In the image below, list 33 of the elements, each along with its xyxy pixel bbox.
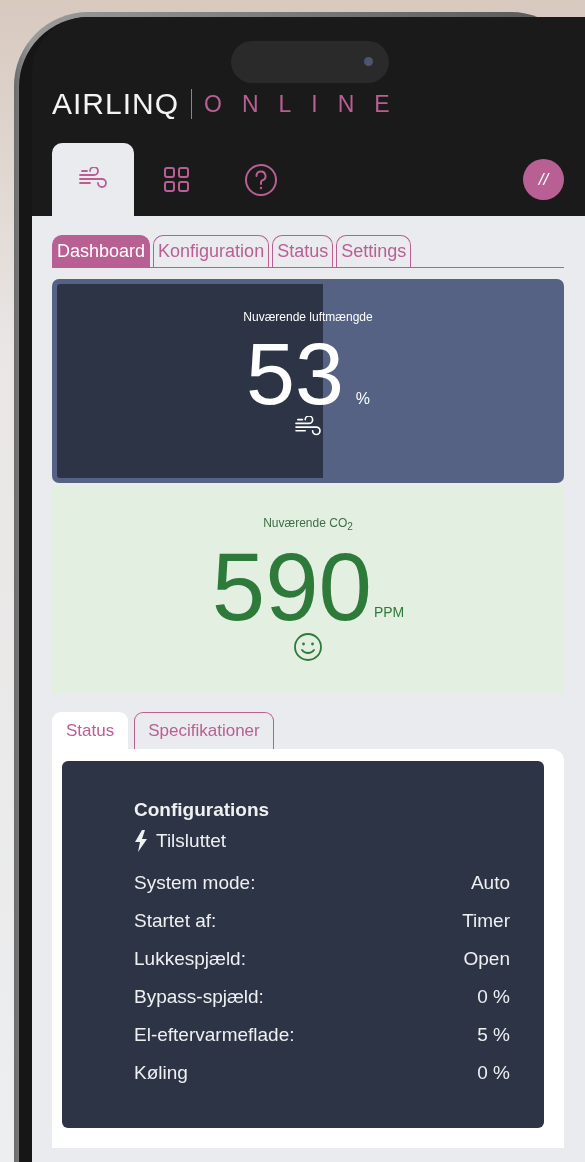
connection-status: Tilsluttet [156,830,227,852]
co2-unit: PPM [373,604,405,621]
airflow-value: 53 [245,332,344,416]
status-value: 0 % [477,1062,510,1084]
status-label: System mode: [134,872,256,894]
product-name: ONLINE [204,90,410,118]
status-value: Auto [470,872,510,894]
help-icon [244,162,278,197]
airflow-label: Nuværende luftmængde [243,310,373,324]
co2-value: 590 [211,542,372,633]
tab[interactable]: Konfiguration [153,235,270,267]
status-label: Startet af: [134,910,217,932]
lightning-icon [134,830,148,852]
nav-tab[interactable] [52,143,134,216]
status-label: Lukkespjæld: [134,948,246,970]
tab[interactable]: Status [52,712,129,749]
status-value: 0 % [477,986,510,1008]
airflow-unit: % [355,390,371,408]
panel-title: Configurations [134,799,271,821]
status-label: Køling [134,1062,188,1084]
brand-logo: AIRLINQ [52,87,180,121]
status-label: El-eftervarmeflade: [134,1024,295,1046]
tab[interactable]: Status [272,235,334,267]
avatar-button[interactable]: // [523,159,564,200]
tab[interactable]: Dashboard [52,235,151,267]
status-value: 5 % [477,1024,510,1046]
status-label: Bypass-spjæld: [134,986,264,1008]
co2-label: Nuværende CO$_{2}$ [263,516,353,533]
smiley-icon [293,632,323,663]
grid-icon [163,165,191,194]
status-value: Open [463,948,510,970]
tab[interactable]: Settings [336,235,412,267]
status-value: Timer [462,910,510,932]
